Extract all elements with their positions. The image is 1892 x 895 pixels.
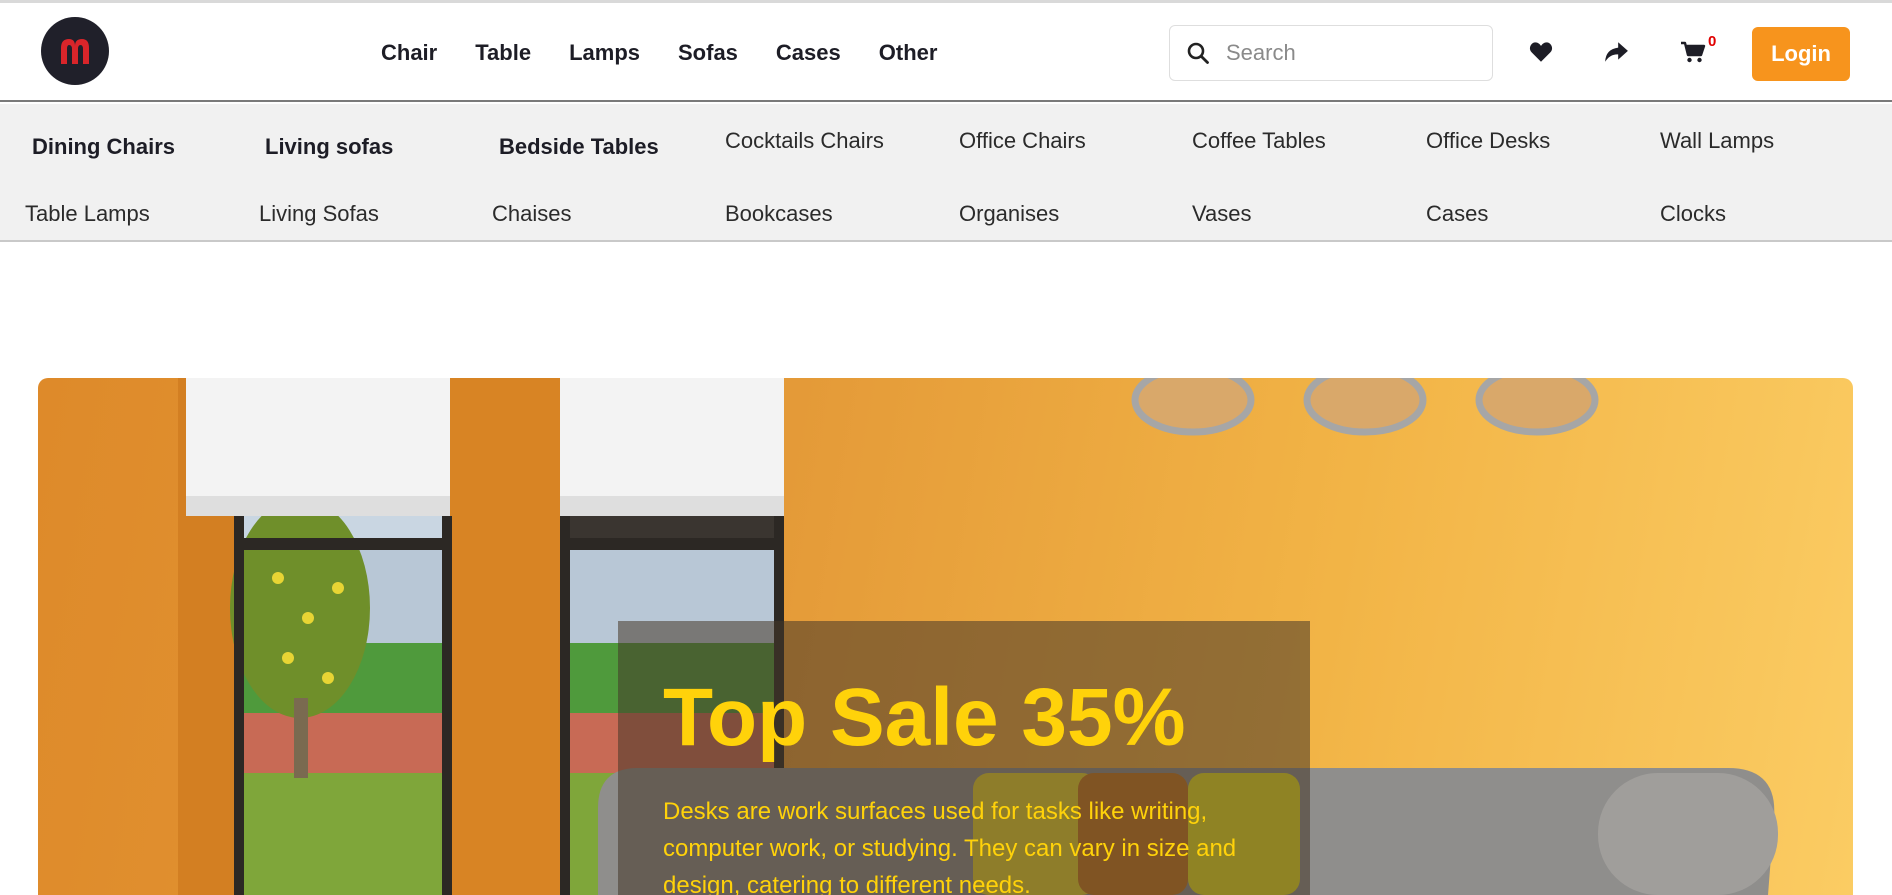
submenu-item-clocks[interactable]: Clocks — [1660, 201, 1726, 227]
heart-icon[interactable] — [1528, 39, 1554, 65]
submenu-item-table-lamps[interactable]: Table Lamps — [25, 201, 150, 227]
nav-item-table[interactable]: Table — [475, 40, 531, 66]
share-icon[interactable] — [1603, 39, 1629, 65]
submenu-item-wall-lamps[interactable]: Wall Lamps — [1660, 128, 1774, 154]
nav-item-other[interactable]: Other — [879, 40, 938, 66]
submenu-item-bookcases[interactable]: Bookcases — [725, 201, 833, 227]
submenu-item-vases[interactable]: Vases — [1192, 201, 1252, 227]
submenu-item-cases[interactable]: Cases — [1426, 201, 1488, 227]
nav-item-chair[interactable]: Chair — [381, 40, 437, 66]
nav-item-sofas[interactable]: Sofas — [678, 40, 738, 66]
submenu-item-coffee-tables[interactable]: Coffee Tables — [1192, 128, 1326, 154]
brand-logo[interactable] — [41, 17, 109, 85]
cart-icon[interactable] — [1680, 39, 1706, 65]
submenu-item-dining-chairs[interactable]: Dining Chairs — [32, 134, 175, 160]
login-button[interactable]: Login — [1752, 27, 1850, 81]
nav-item-cases[interactable]: Cases — [776, 40, 841, 66]
hero-banner: Top Sale 35% Desks are work surfaces use… — [38, 378, 1853, 895]
logo-mark-icon — [61, 39, 89, 64]
search-input[interactable] — [1226, 40, 1476, 66]
main-nav: Chair Table Lamps Sofas Cases Other — [381, 40, 975, 66]
submenu-item-organises[interactable]: Organises — [959, 201, 1059, 227]
submenu-item-office-desks[interactable]: Office Desks — [1426, 128, 1550, 154]
promo-title: Top Sale 35% — [663, 672, 1186, 763]
submenu-item-living-sofas-2[interactable]: Living Sofas — [259, 201, 379, 227]
category-submenu: Dining Chairs Living sofas Bedside Table… — [0, 104, 1892, 242]
submenu-item-cocktails-chairs[interactable]: Cocktails Chairs — [725, 128, 884, 154]
navbar: Chair Table Lamps Sofas Cases Other 0 Lo… — [0, 3, 1892, 102]
submenu-item-office-chairs[interactable]: Office Chairs — [959, 128, 1086, 154]
search-icon[interactable] — [1186, 41, 1210, 65]
submenu-item-chaises[interactable]: Chaises — [492, 201, 571, 227]
submenu-item-living-sofas[interactable]: Living sofas — [265, 134, 393, 160]
submenu-item-bedside-tables[interactable]: Bedside Tables — [499, 134, 659, 160]
nav-item-lamps[interactable]: Lamps — [569, 40, 640, 66]
search-box — [1169, 25, 1493, 81]
cart-count-badge: 0 — [1708, 33, 1717, 50]
promo-box: Top Sale 35% Desks are work surfaces use… — [618, 621, 1310, 895]
promo-description: Desks are work surfaces used for tasks l… — [663, 798, 1237, 895]
